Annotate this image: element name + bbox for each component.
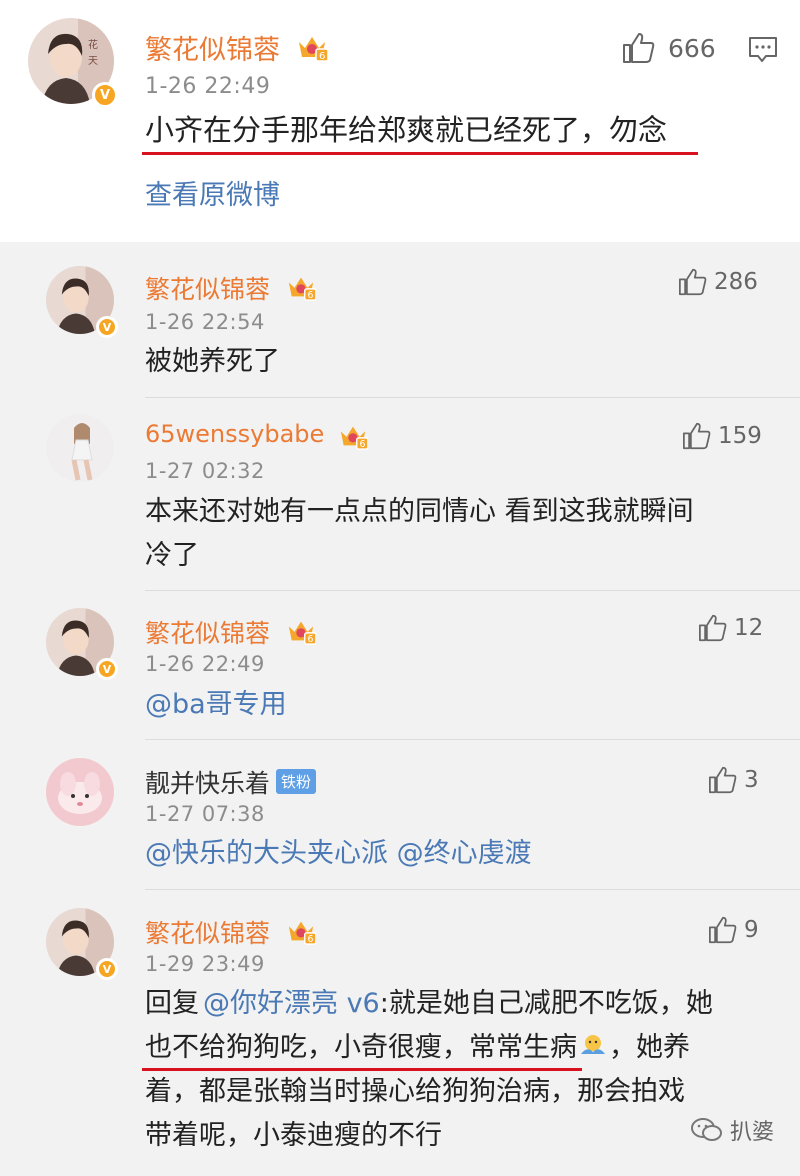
username[interactable]: 靓并快乐着 铁粉 bbox=[145, 764, 317, 800]
thumbs-up-icon bbox=[679, 268, 707, 296]
divider bbox=[145, 397, 800, 398]
avatar[interactable] bbox=[46, 758, 114, 826]
username[interactable]: 繁花似锦蓉 bbox=[145, 614, 270, 650]
svg-text:6: 6 bbox=[360, 439, 366, 450]
avatar[interactable]: V bbox=[46, 266, 118, 338]
thumbs-up-icon bbox=[709, 766, 737, 794]
like-count: 159 bbox=[718, 423, 762, 449]
fan-crown-icon: 6 bbox=[340, 426, 368, 450]
comment-text-line: 本来还对她有一点点的同情心 看到这我就瞬间 bbox=[145, 496, 694, 527]
comment-text-line: 冷了 bbox=[145, 540, 199, 571]
watermark-text: 扒婆 bbox=[729, 1120, 774, 1145]
mention-link[interactable]: @你好漂亮 v6 bbox=[203, 988, 380, 1019]
svg-text:6: 6 bbox=[308, 934, 314, 945]
avatar[interactable]: V bbox=[46, 908, 118, 980]
thumbs-up-icon bbox=[699, 614, 727, 642]
like-button[interactable]: 3 bbox=[708, 766, 759, 794]
like-button[interactable]: 286 bbox=[678, 268, 758, 296]
reply-prefix: 回复 bbox=[145, 988, 199, 1019]
watermark: 扒婆 bbox=[690, 1114, 774, 1146]
like-button[interactable]: 12 bbox=[698, 614, 763, 642]
svg-text:天: 天 bbox=[88, 56, 98, 67]
shrug-emoji-icon bbox=[581, 1035, 605, 1054]
svg-text:6: 6 bbox=[308, 634, 314, 645]
verified-badge-icon: V bbox=[96, 316, 118, 338]
comment-text: 被她养死了 bbox=[145, 346, 280, 377]
comment-time: 1-27 02:32 bbox=[145, 459, 265, 483]
avatar[interactable]: V bbox=[46, 608, 118, 680]
comment-text-line: 带着呢，小泰迪瘦的不行 bbox=[145, 1120, 442, 1151]
divider bbox=[145, 889, 800, 890]
comment-icon[interactable] bbox=[748, 36, 778, 64]
mention-link[interactable]: @快乐的大头夹心派 bbox=[145, 838, 388, 869]
comment-text-line: 也不给狗狗吃，小奇很瘦，常常生病 ，她养 bbox=[145, 1026, 690, 1070]
thumbs-up-icon bbox=[623, 33, 655, 63]
fan-crown-icon: 6 bbox=[288, 921, 316, 945]
verified-badge-icon: V bbox=[96, 958, 118, 980]
svg-text:花: 花 bbox=[88, 38, 98, 51]
svg-text:6: 6 bbox=[319, 51, 325, 62]
view-original-link[interactable]: 查看原微博 bbox=[145, 174, 280, 218]
comment-time: 1-29 23:49 bbox=[145, 952, 265, 976]
fan-crown-icon: 6 bbox=[288, 621, 316, 645]
avatar[interactable] bbox=[46, 414, 114, 482]
verified-badge-icon: V bbox=[96, 658, 118, 680]
avatar[interactable]: 花 天 V bbox=[28, 18, 118, 108]
fan-crown-icon: 6 bbox=[288, 277, 316, 301]
like-count: 3 bbox=[744, 767, 759, 793]
verified-badge-icon: V bbox=[92, 82, 118, 108]
mention-link[interactable]: @ba哥专用 bbox=[145, 683, 287, 727]
comment-time: 1-26 22:49 bbox=[145, 652, 265, 676]
mention-link[interactable]: @终心虔渡 bbox=[397, 838, 532, 869]
reply-text: 也不给狗狗吃，小奇很瘦，常常生病 bbox=[145, 1032, 577, 1063]
wechat-icon bbox=[690, 1118, 722, 1141]
comment-text: 小齐在分手那年给郑爽就已经死了，勿念 bbox=[145, 113, 668, 147]
comment-time: 1-26 22:54 bbox=[145, 310, 265, 334]
like-button[interactable]: 666 bbox=[622, 32, 716, 64]
like-count: 9 bbox=[744, 917, 759, 943]
divider bbox=[145, 739, 800, 740]
reply-text: ，她养 bbox=[609, 1032, 690, 1063]
fan-badge: 铁粉 bbox=[276, 769, 317, 794]
username[interactable]: 繁花似锦蓉 bbox=[145, 28, 280, 67]
thumbs-up-icon bbox=[709, 916, 737, 944]
username[interactable]: 繁花似锦蓉 bbox=[145, 914, 270, 950]
comment-text-line: 回复 @你好漂亮 v6:就是她自己减肥不吃饭，她 bbox=[145, 982, 713, 1026]
username[interactable]: 65wenssybabe bbox=[145, 420, 324, 448]
svg-text:6: 6 bbox=[308, 290, 314, 301]
thumbs-up-icon bbox=[683, 422, 711, 450]
reply-text: :就是她自己减肥不吃饭，她 bbox=[379, 988, 713, 1019]
main-comment: 花 天 V 繁花似锦蓉 6 1-26 22:49 666 小齐在分手那年给郑爽就… bbox=[0, 0, 800, 242]
highlight-underline bbox=[142, 152, 698, 155]
comment-text: @快乐的大头夹心派 @终心虔渡 bbox=[145, 832, 532, 876]
comment-time: 1-27 07:38 bbox=[145, 802, 265, 826]
like-count: 666 bbox=[668, 33, 716, 63]
divider bbox=[145, 590, 800, 591]
comment-time: 1-26 22:49 bbox=[145, 74, 271, 99]
comment-text-line: 着，都是张翰当时操心给狗狗治病，那会拍戏 bbox=[145, 1076, 685, 1107]
fan-crown-icon: 6 bbox=[299, 37, 328, 62]
like-count: 12 bbox=[734, 615, 764, 641]
reply-list: V 繁花似锦蓉 6 1-26 22:54 286 被她养死了 65wenssyb… bbox=[0, 242, 800, 1176]
username[interactable]: 繁花似锦蓉 bbox=[145, 270, 270, 306]
like-button[interactable]: 9 bbox=[708, 916, 759, 944]
username-text: 靓并快乐着 bbox=[145, 769, 271, 798]
like-button[interactable]: 159 bbox=[682, 422, 762, 450]
like-count: 286 bbox=[714, 269, 758, 295]
